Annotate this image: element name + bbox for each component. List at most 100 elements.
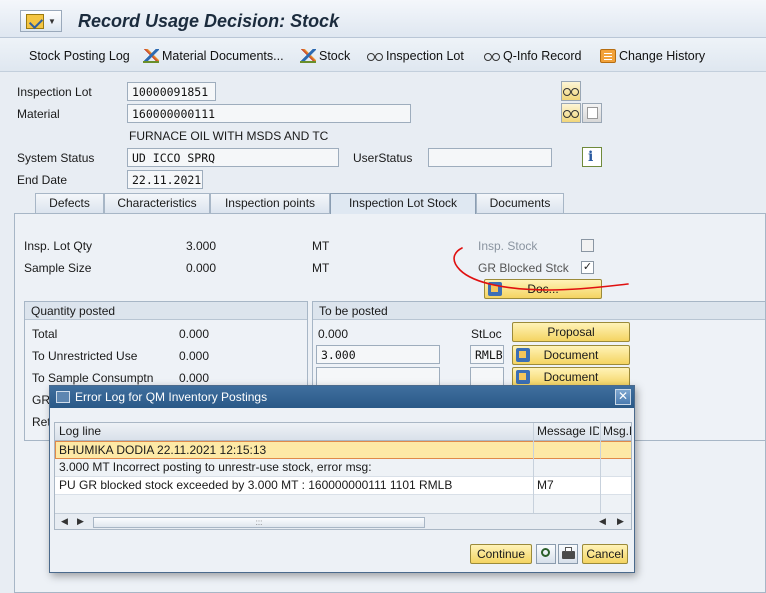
search-icon xyxy=(541,548,550,557)
tab-characteristics[interactable]: Characteristics xyxy=(104,193,210,213)
printer-icon xyxy=(562,551,575,559)
horizontal-scrollbar[interactable]: ◀ ▶ ::: ◀ ▶ xyxy=(55,513,631,529)
stloc-label: StLoc xyxy=(471,327,502,341)
inspection-lot-label: Inspection Lot xyxy=(386,49,464,63)
stock-posting-log-button[interactable]: Stock Posting Log xyxy=(29,47,130,65)
system-status-label: System Status xyxy=(17,151,95,165)
proposal-button[interactable]: Proposal xyxy=(512,322,630,342)
unrestricted-posted-value: 0.000 xyxy=(179,349,210,363)
total-label: Total xyxy=(32,327,58,341)
printer-paper xyxy=(565,547,572,552)
ret-row-label: Ret xyxy=(32,415,51,429)
document-icon xyxy=(516,348,530,362)
table-header: Log line Message ID Msg.N xyxy=(55,423,631,441)
sample-quantity-input[interactable] xyxy=(316,367,440,386)
table-row xyxy=(55,495,631,513)
scrollbar-thumb[interactable]: ::: xyxy=(93,517,425,528)
user-status-label: UserStatus xyxy=(353,151,413,165)
document-icon xyxy=(587,107,598,119)
quantity-posted-title: Quantity posted xyxy=(25,302,307,320)
dialog-title: Error Log for QM Inventory Postings xyxy=(75,390,268,404)
unrestricted-quantity-input[interactable]: 3.000 xyxy=(316,345,440,364)
tab-inspection-points[interactable]: Inspection points xyxy=(210,193,330,213)
stock-button[interactable]: Stock xyxy=(300,47,350,65)
sample-stloc-input[interactable] xyxy=(470,367,504,386)
display-material-button[interactable] xyxy=(561,103,581,123)
material-details-button[interactable] xyxy=(582,103,602,123)
user-status-field[interactable] xyxy=(428,148,552,167)
cancel-button[interactable]: Cancel xyxy=(582,544,628,564)
sample-size-value: 0.000 xyxy=(186,261,217,275)
dialog-title-bar: Error Log for QM Inventory Postings ✕ xyxy=(50,386,634,408)
insp-lot-qty-value: 3.000 xyxy=(186,239,217,253)
material-field[interactable]: 160000000111 xyxy=(127,104,411,123)
tab-defects[interactable]: Defects xyxy=(35,193,104,213)
print-button[interactable] xyxy=(558,544,578,564)
scroll-right-icon[interactable]: ▶ xyxy=(77,516,84,527)
gr-row-label: GR xyxy=(32,393,50,407)
material-documents-button[interactable]: Material Documents... xyxy=(143,47,284,65)
stock-icon xyxy=(300,49,316,63)
q-info-record-button[interactable]: Q-Info Record xyxy=(484,47,582,65)
chevron-down-icon: ▼ xyxy=(48,16,56,26)
change-history-label: Change History xyxy=(619,49,706,63)
page-title: Record Usage Decision: Stock xyxy=(78,11,340,31)
window-icon xyxy=(56,391,70,403)
display-inspection-lot-button[interactable] xyxy=(561,81,581,101)
glasses-icon xyxy=(484,49,500,63)
inspection-lot-field[interactable]: 10000091851 xyxy=(127,82,216,101)
stock-label: Stock xyxy=(319,49,351,63)
sample-size-unit: MT xyxy=(312,261,330,275)
document-button-label: Document xyxy=(543,370,599,384)
col-msg-no[interactable]: Msg.N xyxy=(603,424,631,438)
material-label: Material xyxy=(17,107,60,121)
continue-button[interactable]: Continue xyxy=(470,544,532,564)
insp-lot-qty-unit: MT xyxy=(312,239,330,253)
table-row[interactable]: PU GR blocked stock exceeded by 3.000 MT… xyxy=(55,477,631,495)
log-line-cell: BHUMIKA DODIA 22.11.2021 12:15:13 xyxy=(59,443,267,457)
stock-posting-log-label: Stock Posting Log xyxy=(29,49,130,63)
sample-document-button[interactable]: Document xyxy=(512,367,630,387)
inspection-lot-label: Inspection Lot xyxy=(17,85,92,99)
system-menu-button[interactable]: ▼ xyxy=(20,10,62,32)
col-message-id[interactable]: Message ID xyxy=(537,424,599,438)
end-date-field[interactable]: 22.11.2021 xyxy=(127,170,203,189)
glasses-icon xyxy=(563,106,579,120)
menu-icon xyxy=(26,13,45,29)
info-icon: i xyxy=(588,149,594,165)
material-documents-label: Material Documents... xyxy=(162,49,284,63)
close-icon[interactable]: ✕ xyxy=(615,389,631,405)
error-log-dialog: Error Log for QM Inventory Postings ✕ Lo… xyxy=(49,385,635,573)
scroll-left-icon[interactable]: ◀ xyxy=(599,516,606,527)
find-button[interactable] xyxy=(536,544,556,564)
unrestricted-document-button[interactable]: Document xyxy=(512,345,630,365)
column-divider xyxy=(533,423,534,513)
to-be-posted-title: To be posted xyxy=(313,302,765,320)
sample-size-label: Sample Size xyxy=(24,261,92,275)
tab-inspection-lot-stock[interactable]: Inspection Lot Stock xyxy=(330,193,476,214)
scroll-right-icon[interactable]: ▶ xyxy=(617,516,624,527)
system-status-field[interactable]: UD ICCO SPRQ xyxy=(127,148,339,167)
unrestricted-stloc-input[interactable]: RMLB xyxy=(470,345,504,364)
material-description: FURNACE OIL WITH MSDS AND TC xyxy=(129,129,329,143)
unrestricted-label: To Unrestricted Use xyxy=(32,349,138,363)
to-be-posted-total-value: 0.000 xyxy=(318,327,349,341)
log-line-cell: 3.000 MT Incorrect posting to unrestr-us… xyxy=(59,460,372,474)
total-posted-value: 0.000 xyxy=(179,327,210,341)
table-row[interactable]: BHUMIKA DODIA 22.11.2021 12:15:13 xyxy=(55,441,631,459)
sample-consumption-label: To Sample Consumptn xyxy=(32,371,154,385)
scroll-left-icon[interactable]: ◀ xyxy=(61,516,68,527)
q-info-record-label: Q-Info Record xyxy=(503,49,582,63)
table-row[interactable]: 3.000 MT Incorrect posting to unrestr-us… xyxy=(55,459,631,477)
col-log-line[interactable]: Log line xyxy=(59,424,529,438)
red-annotation-mark xyxy=(453,247,629,291)
glasses-icon xyxy=(367,49,383,63)
log-line-cell: PU GR blocked stock exceeded by 3.000 MT… xyxy=(59,478,453,492)
inspection-lot-button[interactable]: Inspection Lot xyxy=(367,47,464,65)
change-history-button[interactable]: Change History xyxy=(600,47,705,65)
insp-lot-qty-label: Insp. Lot Qty xyxy=(24,239,93,253)
material-documents-icon xyxy=(143,49,159,63)
change-history-icon xyxy=(600,49,616,63)
tab-documents[interactable]: Documents xyxy=(476,193,564,213)
status-info-button[interactable]: i xyxy=(582,147,602,167)
